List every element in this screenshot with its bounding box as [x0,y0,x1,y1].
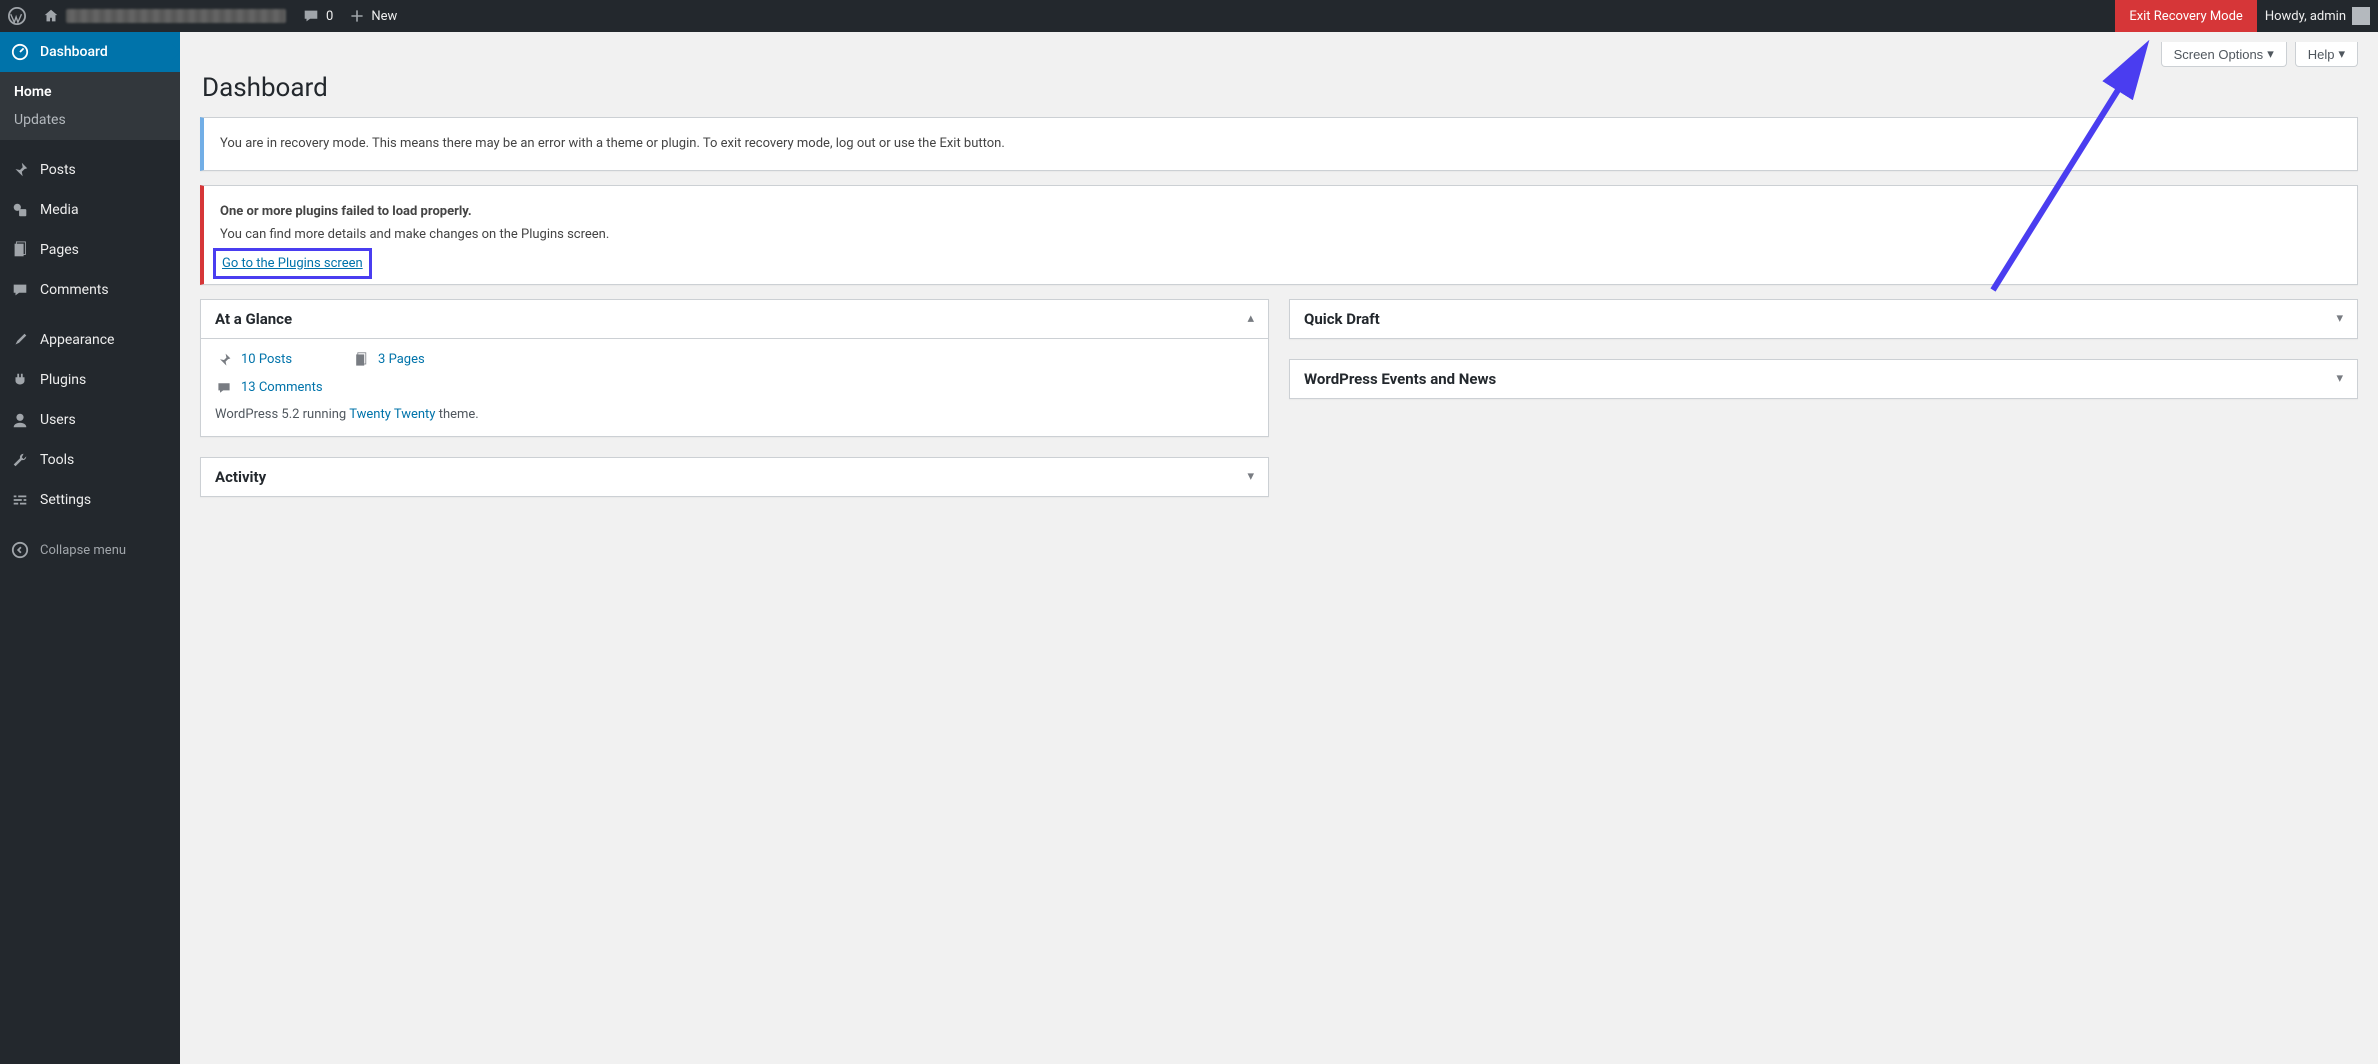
submenu-dashboard: Home Updates [0,72,180,140]
menu-users[interactable]: Users [0,400,180,440]
menu-tools[interactable]: Tools [0,440,180,480]
activity-toggle[interactable]: Activity ▾ [201,458,1268,496]
menu-label: Users [40,412,76,428]
chevron-down-icon: ▾ [1247,469,1254,484]
menu-label: Posts [40,162,76,178]
menu-settings[interactable]: Settings [0,480,180,520]
admin-menu: Dashboard Home Updates Posts Media Pages… [0,32,180,1064]
menu-appearance[interactable]: Appearance [0,320,180,360]
glance-pages-link[interactable]: 3 Pages [378,352,425,367]
site-home-link[interactable] [34,0,294,32]
menu-label: Settings [40,492,91,508]
comment-icon [10,280,30,300]
plugin-error-notice: One or more plugins failed to load prope… [200,185,2358,285]
submenu-home[interactable]: Home [0,78,180,106]
box-title: At a Glance [215,310,292,328]
glance-pages[interactable]: 3 Pages [352,351,425,369]
wp-version-line: WordPress 5.2 running Twenty Twenty them… [215,407,1254,422]
page-icon [10,240,30,260]
recovery-notice-text: You are in recovery mode. This means the… [220,134,2341,154]
brush-icon [10,330,30,350]
events-news-toggle[interactable]: WordPress Events and News ▾ [1290,360,2357,398]
menu-posts[interactable]: Posts [0,150,180,190]
menu-label: Dashboard [40,44,108,60]
collapse-label: Collapse menu [40,543,126,558]
menu-media[interactable]: Media [0,190,180,230]
chevron-up-icon: ▴ [1247,311,1254,326]
menu-label: Appearance [40,332,114,348]
my-account-link[interactable]: Howdy, admin [2257,0,2378,32]
chevron-down-icon: ▾ [2267,46,2274,62]
page-icon [352,351,370,369]
user-icon [10,410,30,430]
box-title: Quick Draft [1304,310,1380,328]
comment-icon [215,379,233,397]
at-a-glance-box: At a Glance ▴ 10 Posts [200,299,1269,437]
comments-link[interactable]: 0 [294,0,341,32]
sliders-icon [10,490,30,510]
at-a-glance-toggle[interactable]: At a Glance ▴ [201,300,1268,339]
site-name [66,9,286,23]
events-news-box: WordPress Events and News ▾ [1289,359,2358,399]
plus-icon [349,8,365,24]
wordpress-icon [8,7,26,25]
menu-label: Media [40,202,79,218]
exit-recovery-button[interactable]: Exit Recovery Mode [2115,0,2257,32]
box-title: WordPress Events and News [1304,370,1496,388]
comments-count: 0 [326,9,333,24]
menu-label: Pages [40,242,79,258]
theme-link[interactable]: Twenty Twenty [349,407,435,422]
chevron-down-icon: ▾ [2338,46,2345,62]
glance-comments[interactable]: 13 Comments [215,379,323,397]
submenu-updates[interactable]: Updates [0,106,180,134]
menu-dashboard[interactable]: Dashboard [0,32,180,72]
chevron-down-icon: ▾ [2336,371,2343,386]
wrench-icon [10,450,30,470]
home-icon [42,7,60,25]
menu-plugins[interactable]: Plugins [0,360,180,400]
help-button[interactable]: Help ▾ [2295,42,2358,67]
page-title: Dashboard [202,73,2358,103]
media-icon [10,200,30,220]
main-content: Screen Options ▾ Help ▾ Dashboard You ar… [180,0,2378,557]
howdy-text: Howdy, admin [2265,9,2346,24]
go-to-plugins-link[interactable]: Go to the Plugins screen [220,255,365,272]
activity-box: Activity ▾ [200,457,1269,497]
chevron-down-icon: ▾ [2336,311,2343,326]
quick-draft-box: Quick Draft ▾ [1289,299,2358,339]
comment-icon [302,7,320,25]
pin-icon [10,160,30,180]
menu-label: Comments [40,282,109,298]
glance-posts[interactable]: 10 Posts [215,351,292,369]
quick-draft-toggle[interactable]: Quick Draft ▾ [1290,300,2357,338]
glance-posts-link[interactable]: 10 Posts [241,352,292,367]
admin-bar: 0 New Exit Recovery Mode Howdy, admin [0,0,2378,32]
wp-logo-menu[interactable] [0,0,34,32]
plugin-error-text: You can find more details and make chang… [220,225,2341,245]
screen-options-button[interactable]: Screen Options ▾ [2161,42,2287,67]
dashboard-icon [10,42,30,62]
collapse-icon [10,540,30,560]
new-label: New [371,9,397,24]
recovery-notice: You are in recovery mode. This means the… [200,117,2358,171]
menu-label: Tools [40,452,74,468]
new-content-link[interactable]: New [341,0,405,32]
menu-label: Plugins [40,372,86,388]
menu-pages[interactable]: Pages [0,230,180,270]
glance-comments-link[interactable]: 13 Comments [241,380,323,395]
menu-comments[interactable]: Comments [0,270,180,310]
plugin-error-heading: One or more plugins failed to load prope… [220,204,472,219]
pin-icon [215,351,233,369]
collapse-menu[interactable]: Collapse menu [0,530,180,570]
avatar-icon [2352,7,2370,25]
screen-meta-links: Screen Options ▾ Help ▾ [200,42,2358,67]
box-title: Activity [215,468,266,486]
plug-icon [10,370,30,390]
